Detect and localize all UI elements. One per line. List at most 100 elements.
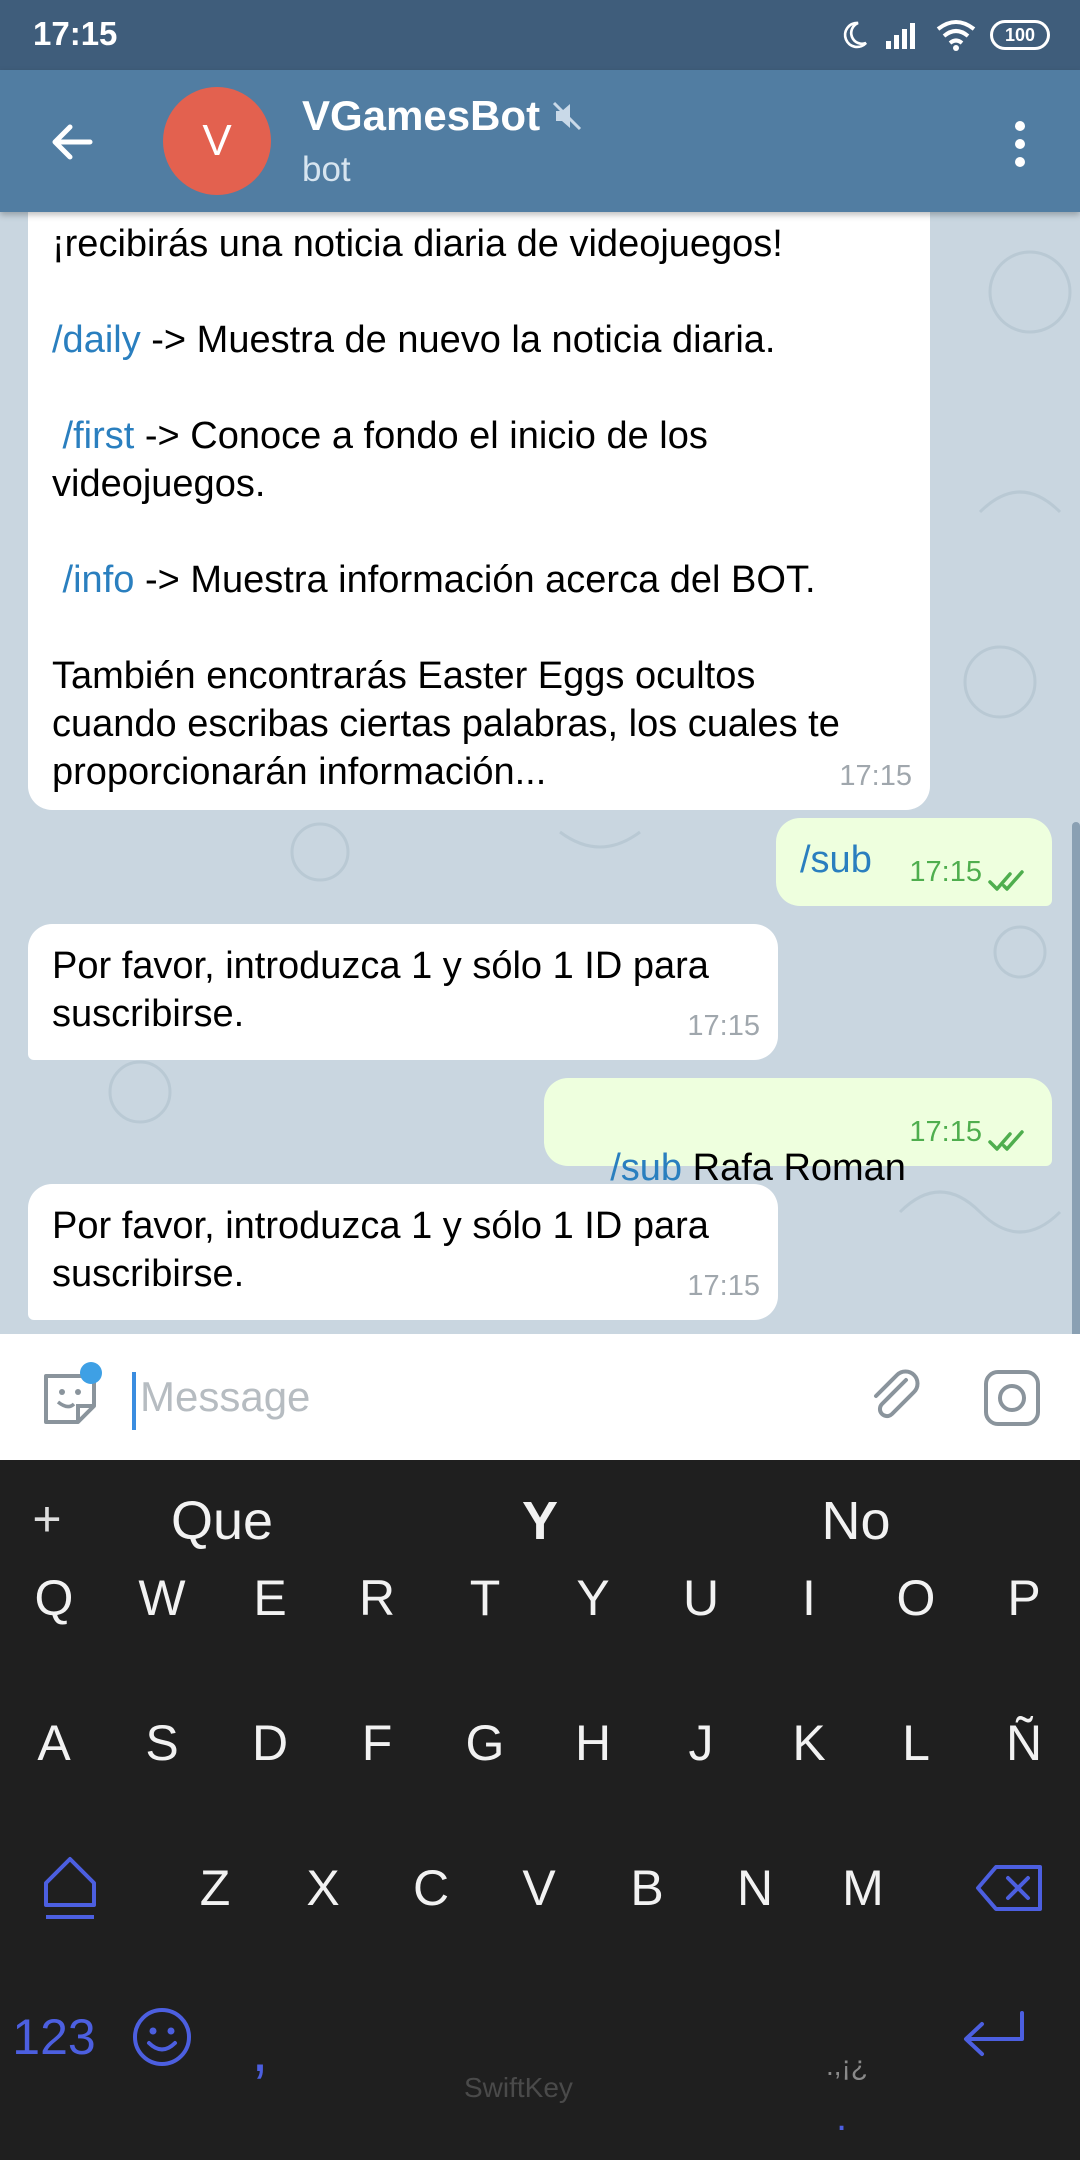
chat-title-text: VGamesBot: [302, 92, 541, 139]
muted-icon: [553, 101, 582, 131]
outgoing-message[interactable]: /sub 17:15: [776, 818, 1052, 906]
shift-icon: [44, 1857, 96, 1919]
moon-icon: [843, 21, 867, 49]
message-input[interactable]: [140, 1364, 740, 1430]
message-text: -> Muestra información acerca del BOT.: [134, 559, 816, 601]
key[interactable]: J: [651, 1693, 751, 1793]
key[interactable]: B: [597, 1838, 697, 1938]
message-input-bar: [0, 1334, 1080, 1460]
keyboard: + Que Y No Q W E R T Y U I O P A S D F G…: [0, 1460, 1080, 2160]
message-time: 17:15: [839, 760, 912, 792]
shift-key[interactable]: [20, 1838, 120, 1938]
wifi-icon: [936, 20, 976, 51]
suggestion[interactable]: Que: [72, 1490, 372, 1552]
message-line: Por favor, introduzca 1 y sólo 1 ID para: [52, 1205, 709, 1247]
message-time: 17:15: [687, 1010, 760, 1042]
status-bar: 17:15 100: [0, 0, 1080, 70]
more-options-button[interactable]: [1000, 112, 1040, 176]
key[interactable]: Ñ: [974, 1693, 1074, 1793]
avatar[interactable]: V: [163, 87, 271, 195]
enter-icon: [964, 2011, 1024, 2056]
chat-header: V VGamesBot bot: [0, 70, 1080, 212]
backspace-key[interactable]: [960, 1838, 1060, 1938]
message-line: cuando escribas ciertas palabras, los cu…: [52, 703, 840, 745]
message-text: -> Conoce a fondo el inicio de los: [134, 415, 708, 457]
status-icons: 100: [838, 14, 1050, 56]
message-line: /first -> Conoce a fondo el inicio de lo…: [52, 412, 906, 460]
backspace-icon: [976, 1865, 1042, 1911]
emoji-key[interactable]: [112, 1987, 212, 2087]
message-line: /info -> Muestra información acerca del …: [52, 556, 906, 604]
enter-key[interactable]: [944, 1987, 1044, 2087]
dot-icon: [1015, 157, 1025, 167]
command-link-daily[interactable]: /daily: [52, 319, 141, 361]
double-check-icon: [988, 1130, 1024, 1151]
chat-area[interactable]: ¡recibirás una noticia diaria de videoju…: [0, 212, 1080, 1334]
notification-dot: [80, 1362, 102, 1384]
paperclip-icon[interactable]: [864, 1366, 928, 1430]
signal-icon: [886, 23, 915, 49]
key[interactable]: D: [220, 1693, 320, 1793]
dot-icon: [1015, 121, 1025, 131]
command-link-info[interactable]: /info: [52, 559, 135, 601]
key[interactable]: H: [543, 1693, 643, 1793]
camera-icon[interactable]: [980, 1366, 1044, 1430]
key[interactable]: U: [651, 1548, 751, 1648]
incoming-message[interactable]: Por favor, introduzca 1 y sólo 1 ID para…: [28, 1184, 778, 1320]
toolbar-plus-button[interactable]: +: [22, 1490, 72, 1548]
key[interactable]: V: [489, 1838, 589, 1938]
suggestion[interactable]: No: [706, 1490, 1006, 1552]
key[interactable]: T: [435, 1548, 535, 1648]
chat-subtitle: bot: [302, 150, 351, 189]
message-text: -> Muestra de nuevo la noticia diaria.: [140, 319, 776, 361]
key[interactable]: A: [4, 1693, 104, 1793]
numbers-key[interactable]: 123: [4, 1987, 104, 2087]
key[interactable]: L: [866, 1693, 966, 1793]
key[interactable]: Q: [4, 1548, 104, 1648]
back-button[interactable]: [40, 110, 104, 174]
key[interactable]: E: [220, 1548, 320, 1648]
key[interactable]: I: [759, 1548, 859, 1648]
message-line: suscribirse.: [52, 1253, 245, 1295]
key[interactable]: W: [112, 1548, 212, 1648]
key[interactable]: Y: [543, 1548, 643, 1648]
message-line: /daily -> Muestra de nuevo la noticia di…: [52, 316, 906, 364]
key[interactable]: Z: [165, 1838, 265, 1938]
smiley-icon: [133, 2008, 191, 2066]
command-link-sub[interactable]: /sub: [610, 1147, 682, 1189]
key[interactable]: P: [974, 1548, 1074, 1648]
dot-icon: [1015, 139, 1025, 149]
arrow-left-icon: [52, 124, 93, 160]
punctuation-hint: .,¡¿: [826, 2050, 868, 2081]
status-time: 17:15: [33, 15, 118, 52]
key[interactable]: K: [759, 1693, 859, 1793]
key[interactable]: X: [273, 1838, 373, 1938]
message-line: Por favor, introduzca 1 y sólo 1 ID para: [52, 945, 709, 987]
message-time: 17:15: [909, 1116, 982, 1148]
key[interactable]: G: [435, 1693, 535, 1793]
key[interactable]: M: [813, 1838, 913, 1938]
command-link-first[interactable]: /first: [52, 415, 135, 457]
key[interactable]: N: [705, 1838, 805, 1938]
comma-key[interactable]: ,: [210, 2000, 310, 2100]
key[interactable]: O: [866, 1548, 966, 1648]
message-time: 17:15: [909, 856, 982, 888]
chat-scrollbar[interactable]: [1072, 822, 1080, 1334]
key[interactable]: C: [381, 1838, 481, 1938]
command-link-sub[interactable]: /sub: [800, 839, 872, 881]
suggestion[interactable]: Y: [390, 1490, 690, 1552]
key[interactable]: R: [327, 1548, 427, 1648]
battery-indicator: 100: [990, 20, 1050, 50]
message-line: suscribirse.: [52, 993, 245, 1035]
chat-title[interactable]: VGamesBot: [302, 92, 584, 140]
incoming-message[interactable]: ¡recibirás una noticia diaria de videoju…: [28, 212, 930, 810]
message-line: proporcionarán información...: [52, 751, 547, 793]
incoming-message[interactable]: Por favor, introduzca 1 y sólo 1 ID para…: [28, 924, 778, 1060]
message-line: ¡recibirás una noticia diaria de videoju…: [52, 223, 783, 265]
period-key[interactable]: .: [836, 2095, 847, 2140]
outgoing-message[interactable]: /sub Rafa Roman 17:15: [544, 1078, 1052, 1189]
key[interactable]: S: [112, 1693, 212, 1793]
key[interactable]: F: [327, 1693, 427, 1793]
message-text: Rafa Roman: [682, 1147, 906, 1189]
spacebar-brand: SwiftKey: [464, 2072, 573, 2103]
